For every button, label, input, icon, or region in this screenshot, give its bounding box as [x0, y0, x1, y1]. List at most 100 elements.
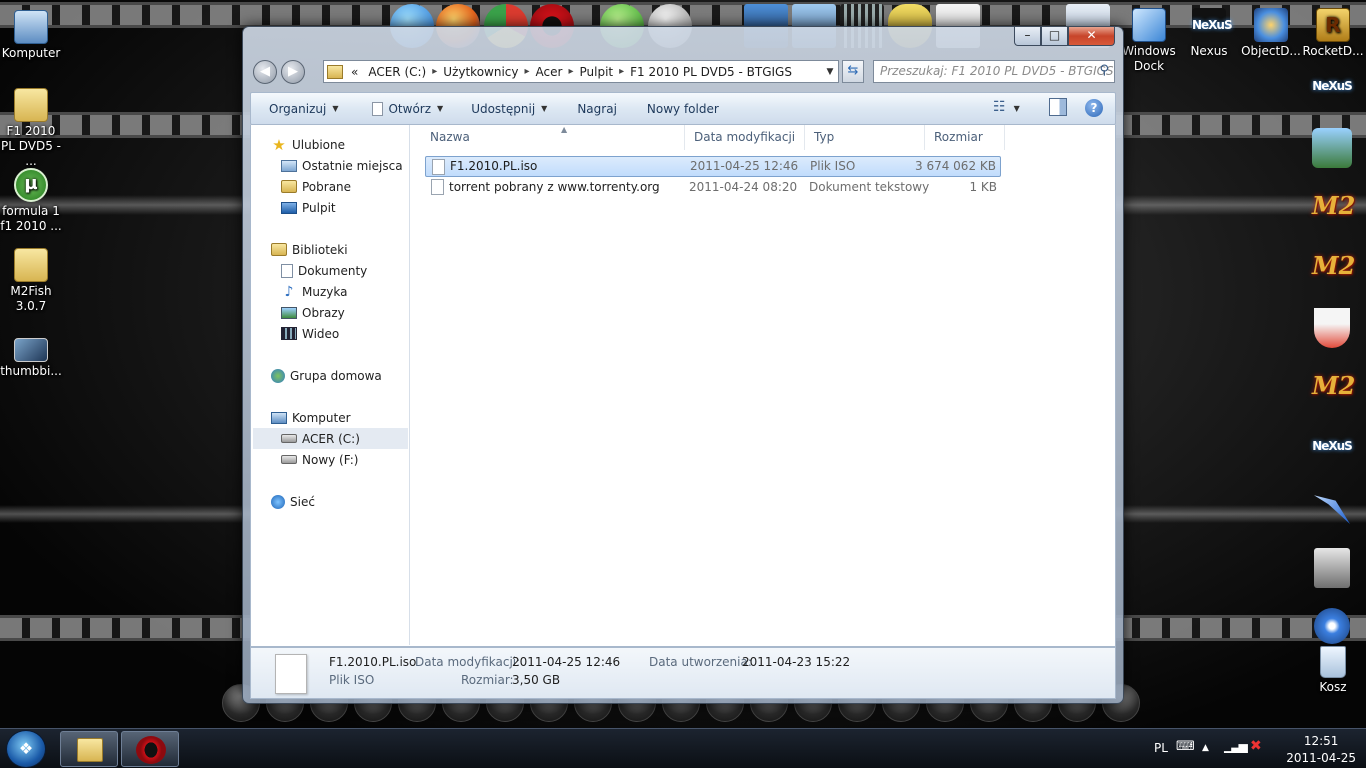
- utorrent-icon: µ: [14, 168, 48, 202]
- desktop-icon-objectdock[interactable]: ObjectD...: [1240, 8, 1302, 59]
- nav-favorites[interactable]: ★ Ulubione: [271, 134, 345, 155]
- computer-icon: [14, 10, 48, 44]
- desktop-icon-nexus[interactable]: NeXuS Nexus: [1178, 8, 1240, 59]
- camera-icon[interactable]: [1312, 128, 1352, 168]
- breadcrumb-separator[interactable]: ▸: [568, 66, 573, 77]
- taskbar-opera[interactable]: [121, 731, 179, 767]
- share-button[interactable]: Udostępnij ▼: [471, 102, 547, 116]
- file-size: 1 KB: [969, 180, 997, 194]
- desktop-icon-m2fish[interactable]: M2Fish 3.0.7: [0, 248, 62, 314]
- search-input[interactable]: Przeszukaj: F1 2010 PL DVD5 - BTGIGS ⚲: [873, 60, 1115, 83]
- breadcrumb-item[interactable]: F1 2010 PL DVD5 - BTGIGS: [630, 65, 792, 79]
- nav-libraries[interactable]: Biblioteki: [271, 239, 348, 260]
- power-button-icon[interactable]: [1314, 608, 1350, 644]
- thumbnail-icon: [14, 338, 48, 362]
- nav-label: Dokumenty: [298, 263, 368, 278]
- new-folder-button[interactable]: Nowy folder: [647, 102, 719, 116]
- nav-videos[interactable]: Wideo: [281, 323, 339, 344]
- nav-label: Muzyka: [302, 284, 348, 299]
- file-modified: 2011-04-25 12:46: [690, 159, 799, 173]
- nexus-dock-icon[interactable]: NeXuS: [1312, 68, 1353, 104]
- file-row[interactable]: torrent pobrany z www.torrenty.org 2011-…: [425, 177, 1001, 198]
- nav-network[interactable]: Sieć: [271, 491, 315, 512]
- signal-icon[interactable]: ▁▃▅: [1224, 739, 1248, 753]
- chevron-down-icon[interactable]: ▼: [822, 67, 838, 77]
- column-header-modified[interactable]: Data modyfikacji: [685, 125, 805, 150]
- text-file-icon: [431, 179, 444, 195]
- counter-strike-icon[interactable]: [1314, 548, 1350, 588]
- m2-game-icon[interactable]: M2: [1312, 246, 1355, 286]
- maximize-button[interactable]: □: [1041, 27, 1068, 46]
- breadcrumb-separator[interactable]: ▸: [432, 66, 437, 77]
- nav-pictures[interactable]: Obrazy: [281, 302, 345, 323]
- nexus-dock-icon[interactable]: NeXuS: [1312, 428, 1353, 464]
- details-modified-value: 2011-04-25 12:46: [512, 655, 621, 669]
- breadcrumb-item[interactable]: Acer: [536, 65, 563, 79]
- start-button[interactable]: ❖: [6, 730, 46, 768]
- clock-date: 2011-04-25: [1286, 751, 1356, 765]
- recent-places-icon: [281, 159, 297, 172]
- details-modified-label: Data modyfikacji:: [415, 655, 521, 669]
- column-header-size[interactable]: Rozmiar: [925, 125, 1005, 150]
- minimize-button[interactable]: –: [1014, 27, 1041, 46]
- flask-icon[interactable]: [1314, 308, 1350, 348]
- nav-computer[interactable]: Komputer: [271, 407, 351, 428]
- column-label: Rozmiar: [934, 130, 983, 144]
- nav-homegroup[interactable]: Grupa domowa: [271, 365, 382, 386]
- desktop-icon-label: Komputer: [1, 46, 61, 60]
- nav-label: Grupa domowa: [290, 368, 382, 383]
- nav-drive-c[interactable]: ACER (C:): [253, 428, 408, 449]
- file-row[interactable]: F1.2010.PL.iso 2011-04-25 12:46 Plik ISO…: [425, 156, 1001, 177]
- opera-icon: [136, 736, 166, 764]
- folder-icon: [14, 248, 48, 282]
- desktop-icon-windows-dock[interactable]: Windows Dock: [1118, 8, 1180, 74]
- m2-game-icon[interactable]: M2: [1312, 366, 1355, 406]
- desktop-icon-label: Nexus: [1190, 44, 1228, 58]
- nav-documents[interactable]: Dokumenty: [281, 260, 367, 281]
- organize-button[interactable]: Organizuj ▼: [269, 102, 338, 116]
- preview-pane-button[interactable]: [1049, 98, 1067, 116]
- forward-button[interactable]: ▶: [281, 60, 305, 84]
- desktop-icon-label: ObjectD...: [1241, 44, 1301, 58]
- view-options-button[interactable]: ☷ ▼: [993, 99, 1020, 115]
- desktop-icon-f1-folder[interactable]: F1 2010 PL DVD5 - ...: [0, 88, 62, 169]
- file-name: F1.2010.PL.iso: [450, 159, 538, 173]
- desktop-icon-label: M2Fish 3.0.7: [10, 284, 52, 313]
- breadcrumb-item[interactable]: Pulpit: [579, 65, 613, 79]
- burn-button[interactable]: Nagraj: [577, 102, 617, 116]
- breadcrumb-item[interactable]: Użytkownicy: [443, 65, 518, 79]
- nav-desktop[interactable]: Pulpit: [281, 197, 336, 218]
- breadcrumb-separator[interactable]: ▸: [525, 66, 530, 77]
- desktop-icon-recycle-bin[interactable]: Kosz: [1302, 646, 1364, 695]
- column-header-name[interactable]: ▲ Nazwa: [421, 125, 685, 150]
- help-button[interactable]: ?: [1085, 99, 1103, 117]
- desktop-icon-formula-torrent[interactable]: µ formula 1 f1 2010 ...: [0, 168, 62, 234]
- breadcrumb-overflow[interactable]: «: [351, 65, 358, 79]
- keyboard-icon[interactable]: ⌨: [1176, 739, 1195, 754]
- show-hidden-icons-icon[interactable]: ▲: [1202, 743, 1209, 753]
- nav-music[interactable]: ♪ Muzyka: [281, 281, 348, 302]
- open-button[interactable]: Otwórz ▼: [372, 101, 443, 116]
- language-indicator[interactable]: PL: [1154, 741, 1168, 755]
- volume-muted-icon[interactable]: ✖: [1250, 738, 1262, 754]
- nav-downloads[interactable]: Pobrane: [281, 176, 351, 197]
- details-size-value: 3,50 GB: [512, 673, 561, 687]
- desktop-icon-computer[interactable]: Komputer: [0, 10, 62, 61]
- clock[interactable]: 12:51 2011-04-25: [1286, 733, 1356, 767]
- close-button[interactable]: ✕: [1068, 27, 1115, 46]
- taskbar-explorer[interactable]: [60, 731, 118, 767]
- m2-game-icon[interactable]: M2: [1312, 186, 1355, 226]
- nav-label: Nowy (F:): [302, 452, 359, 467]
- file-preview-icon: [275, 654, 307, 694]
- back-button[interactable]: ◀: [253, 60, 277, 84]
- desktop-icon-thumbnail[interactable]: thumbbi...: [0, 338, 62, 379]
- refresh-button[interactable]: ⇆: [842, 60, 864, 83]
- breadcrumb-item[interactable]: ACER (C:): [368, 65, 426, 79]
- desktop-icon-rocketdock[interactable]: R RocketD...: [1302, 8, 1364, 59]
- column-header-type[interactable]: Typ: [805, 125, 925, 150]
- breadcrumb-separator[interactable]: ▸: [619, 66, 624, 77]
- address-bar[interactable]: « ACER (C:) ▸ Użytkownicy ▸ Acer ▸ Pulpi…: [323, 60, 839, 83]
- nav-recent-places[interactable]: Ostatnie miejsca: [281, 155, 403, 176]
- nav-drive-f[interactable]: Nowy (F:): [281, 449, 358, 470]
- network-icon: [271, 494, 285, 509]
